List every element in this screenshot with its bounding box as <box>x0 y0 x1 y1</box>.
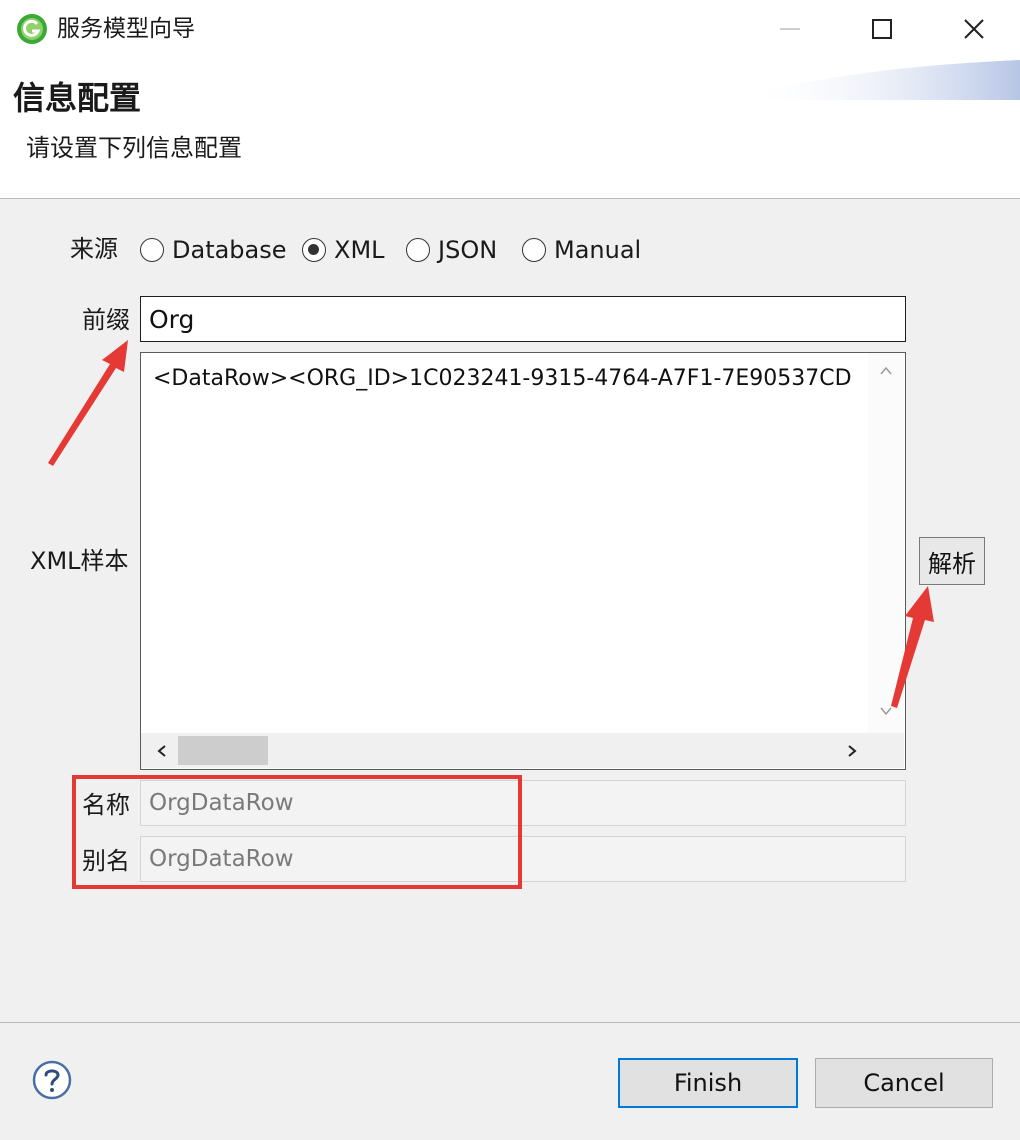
chevron-down-icon <box>880 707 892 716</box>
prefix-input[interactable] <box>140 296 906 342</box>
xml-sample-text: <DataRow><ORG_ID>1C023241-9315-4764-A7F1… <box>153 366 852 391</box>
finish-button[interactable]: Finish <box>618 1058 798 1108</box>
radio-xml[interactable] <box>302 238 326 262</box>
header-divider <box>0 198 1020 199</box>
footer-divider <box>0 1022 1020 1023</box>
radio-json[interactable] <box>406 238 430 262</box>
page-title: 信息配置 <box>13 79 142 117</box>
horizontal-scroll-thumb[interactable] <box>178 736 268 765</box>
source-radio-database[interactable]: Database <box>140 230 287 270</box>
maximize-button[interactable] <box>836 0 928 58</box>
close-button[interactable] <box>928 0 1020 58</box>
scroll-down-button[interactable] <box>868 703 904 727</box>
horizontal-scrollbar[interactable] <box>141 733 904 768</box>
xml-sample-label: XML样本 <box>30 547 129 575</box>
header-banner-graphic <box>740 60 1020 100</box>
scroll-right-button[interactable] <box>837 733 867 768</box>
wizard-header: 信息配置 请设置下列信息配置 <box>0 58 1020 198</box>
radio-database[interactable] <box>140 238 164 262</box>
chevron-left-icon <box>157 744 166 757</box>
annotation-highlight-box <box>72 775 522 889</box>
xml-sample-textarea[interactable]: <DataRow><ORG_ID>1C023241-9315-4764-A7F1… <box>140 352 906 770</box>
minimize-icon <box>780 28 800 30</box>
maximize-icon <box>872 19 892 39</box>
arrow-to-prefix <box>48 340 128 466</box>
source-label: 来源 <box>70 235 118 263</box>
chevron-up-icon <box>880 366 892 375</box>
source-radio-json[interactable]: JSON <box>406 230 497 270</box>
scroll-up-button[interactable] <box>868 363 904 387</box>
radio-database-label: Database <box>172 236 287 264</box>
window-title: 服务模型向导 <box>57 16 195 42</box>
radio-xml-label: XML <box>334 236 385 264</box>
radio-manual-label: Manual <box>554 236 642 264</box>
cancel-button[interactable]: Cancel <box>815 1058 993 1108</box>
help-icon[interactable] <box>32 1060 72 1100</box>
minimize-button[interactable] <box>744 0 836 58</box>
vertical-scrollbar[interactable] <box>868 353 904 733</box>
scroll-left-button[interactable] <box>147 733 177 768</box>
close-icon <box>964 19 984 39</box>
source-radio-xml[interactable]: XML <box>302 230 385 270</box>
chevron-right-icon <box>848 744 857 757</box>
prefix-label: 前缀 <box>82 306 130 334</box>
radio-manual[interactable] <box>522 238 546 262</box>
source-radio-manual[interactable]: Manual <box>522 230 641 270</box>
page-subtitle: 请设置下列信息配置 <box>26 134 242 162</box>
app-icon <box>17 14 47 44</box>
parse-button[interactable]: 解析 <box>919 537 985 585</box>
radio-json-label: JSON <box>438 236 498 264</box>
